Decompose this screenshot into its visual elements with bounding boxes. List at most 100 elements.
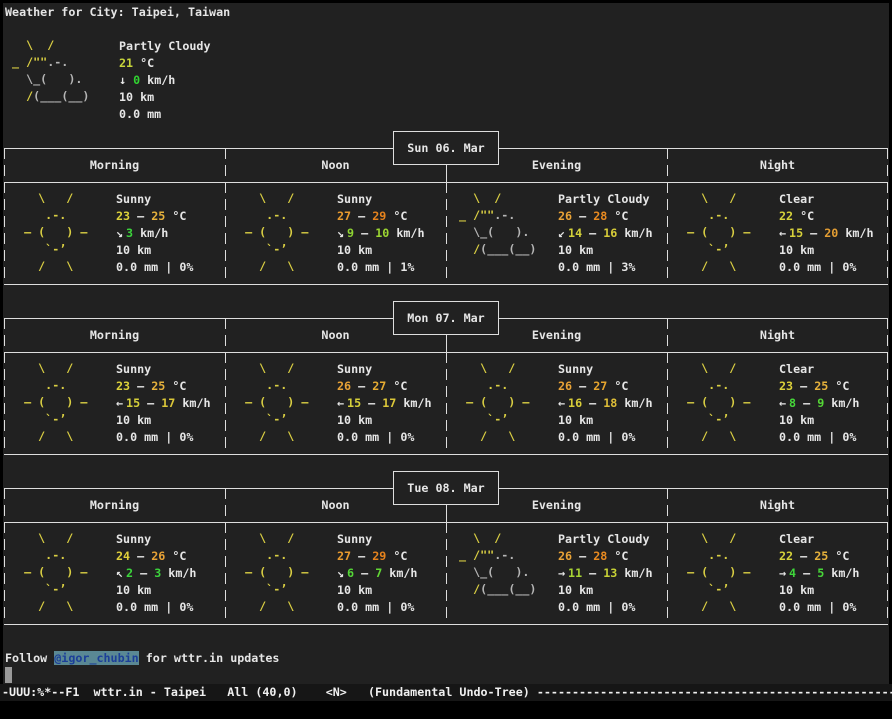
temperature-high: 28: [593, 209, 607, 223]
temperature-high: 25: [151, 379, 165, 393]
forecast-panel-text: Partly Cloudy 26 – 28 °C →11 – 13 km/h 1…: [558, 531, 653, 616]
visibility: 10 km: [558, 582, 653, 599]
column-separator: [225, 318, 226, 455]
wind-speed-high: 18: [603, 396, 617, 410]
wind-direction-arrow: ←: [779, 226, 786, 240]
daypart-label: Morning: [4, 497, 225, 514]
wind-speed-low: 14: [568, 226, 582, 240]
modeline-major-modes[interactable]: (Fundamental Undo-Tree): [347, 685, 537, 699]
precipitation: 0.0 mm | 0%: [337, 429, 432, 446]
footer-line: Follow @igor_chubin for wttr.in updates: [5, 650, 887, 667]
temperature-low: 22: [779, 209, 793, 223]
sunny-icon: \ / .-. ― ( ) ― `-’ / \: [225, 531, 337, 616]
date-box-tick: [446, 335, 447, 353]
wind-direction-arrow: ↖: [116, 566, 123, 580]
temperature-unit: °C: [386, 209, 407, 223]
condition-label: Sunny: [116, 191, 193, 208]
temperature-unit: °C: [793, 209, 814, 223]
wind: →11 – 13 km/h: [558, 565, 653, 582]
wind-speed-unit: km/h: [389, 226, 424, 240]
temperature-high: 25: [814, 379, 828, 393]
condition-label: Sunny: [337, 191, 424, 208]
wind: ←8 – 9 km/h: [779, 395, 859, 412]
temperature-high: 29: [372, 209, 386, 223]
modeline-dashes: ----------------------------------------…: [537, 685, 892, 699]
wind-speed-unit: km/h: [617, 396, 652, 410]
temperature-high: 25: [151, 209, 165, 223]
temperature-value: 21: [119, 56, 133, 70]
precipitation: 0.0 mm | 0%: [779, 599, 859, 616]
column-separator: [667, 488, 668, 625]
temperature-high: 28: [593, 549, 607, 563]
temperature-range: 22 °C: [779, 208, 874, 225]
modeline-buffer-name[interactable]: wttr.in - Taipei: [93, 685, 206, 699]
condition-label: Clear: [779, 531, 859, 548]
visibility: 10 km: [337, 412, 432, 429]
wind-direction-arrow: ←: [116, 396, 123, 410]
wind-direction-arrow: ↙: [558, 226, 565, 240]
temperature-low: 26: [558, 549, 572, 563]
wind-speed-high: 20: [824, 226, 838, 240]
forecast-day-table: MorningNoonEveningNight \ / .-. ― ( ) ― …: [4, 463, 888, 633]
temperature-low: 27: [337, 549, 351, 563]
date-label: Mon 07. Mar: [407, 311, 484, 325]
emacs-buffer[interactable]: Weather for City: Taipei, Taiwan \ / _ /…: [3, 3, 889, 684]
temperature-unit: °C: [165, 209, 186, 223]
temperature-low: 22: [779, 549, 793, 563]
temperature-unit: °C: [165, 549, 186, 563]
temperature-unit: °C: [607, 209, 628, 223]
temperature-low: 23: [779, 379, 793, 393]
column-separator: [887, 318, 888, 455]
temperature-high: 27: [372, 379, 386, 393]
daypart-label: Night: [667, 497, 888, 514]
wind-speed-unit: km/h: [824, 566, 859, 580]
temperature-range: 22 – 25 °C: [779, 548, 859, 565]
column-separator: [225, 488, 226, 625]
current-temperature: 21 °C: [119, 55, 210, 72]
wind: ←15 – 17 km/h: [116, 395, 211, 412]
visibility: 10 km: [779, 242, 874, 259]
wind-direction-arrow: →: [779, 566, 786, 580]
visibility: 10 km: [116, 242, 193, 259]
sunny-icon: \ / .-. ― ( ) ― `-’ / \: [225, 361, 337, 446]
forecast-panel: \ / .-. ― ( ) ― `-’ / \ Sunny 27 – 29 °C…: [225, 191, 446, 276]
forecast-panel-text: Sunny 26 – 27 °C ←16 – 18 km/h 10 km 0.0…: [558, 361, 653, 446]
echo-area[interactable]: [0, 701, 892, 719]
sunny-icon: \ / .-. ― ( ) ― `-’ / \: [446, 361, 558, 446]
temperature-range: 23 – 25 °C: [779, 378, 859, 395]
condition-label: Partly Cloudy: [558, 191, 653, 208]
temperature-range: 27 – 29 °C: [337, 208, 424, 225]
wind: ←15 – 20 km/h: [779, 225, 874, 242]
column-separator: [225, 148, 226, 285]
footer-text-suffix: for wttr.in updates: [139, 651, 280, 665]
forecast-panel-text: Sunny 23 – 25 °C ↘3 km/h 10 km 0.0 mm | …: [116, 191, 193, 276]
sunny-icon: \ / .-. ― ( ) ― `-’ / \: [4, 191, 116, 276]
forecast-panel-text: Sunny 26 – 27 °C ←15 – 17 km/h 10 km 0.0…: [337, 361, 432, 446]
forecast-panel: \ / .-. ― ( ) ― `-’ / \ Sunny 23 – 25 °C…: [4, 191, 225, 276]
visibility: 10 km: [779, 582, 859, 599]
wind: ↘6 – 7 km/h: [337, 565, 417, 582]
precipitation: 0.0 mm | 1%: [337, 259, 424, 276]
date-box: Sun 06. Mar: [393, 131, 499, 165]
temperature-unit: °C: [386, 379, 407, 393]
daypart-label: Night: [667, 327, 888, 344]
wind-speed-unit: km/h: [140, 73, 175, 87]
wind: ↘3 km/h: [116, 225, 193, 242]
wind-speed-high: 10: [375, 226, 389, 240]
wind-speed-unit: km/h: [617, 566, 652, 580]
temperature-range: 26 – 28 °C: [558, 548, 653, 565]
temperature-low: 23: [116, 379, 130, 393]
precipitation: 0.0 mm | 0%: [116, 429, 211, 446]
visibility: 10 km: [116, 582, 196, 599]
condition-label: Sunny: [116, 531, 196, 548]
wind-speed-high: 17: [161, 396, 175, 410]
current-condition-label: Partly Cloudy: [119, 38, 210, 55]
column-separator: [667, 148, 668, 285]
twitter-handle-link[interactable]: @igor_chubin: [54, 651, 138, 665]
temperature-unit: °C: [607, 379, 628, 393]
forecast-panel: \ / .-. ― ( ) ― `-’ / \ Sunny 26 – 27 °C…: [225, 361, 446, 446]
forecast-panel-text: Clear 22 °C ←15 – 20 km/h 10 km 0.0 mm |…: [779, 191, 874, 276]
precipitation: 0.0 mm | 0%: [116, 599, 196, 616]
precipitation: 0.0 mm | 0%: [779, 259, 874, 276]
temperature-unit: °C: [828, 549, 849, 563]
